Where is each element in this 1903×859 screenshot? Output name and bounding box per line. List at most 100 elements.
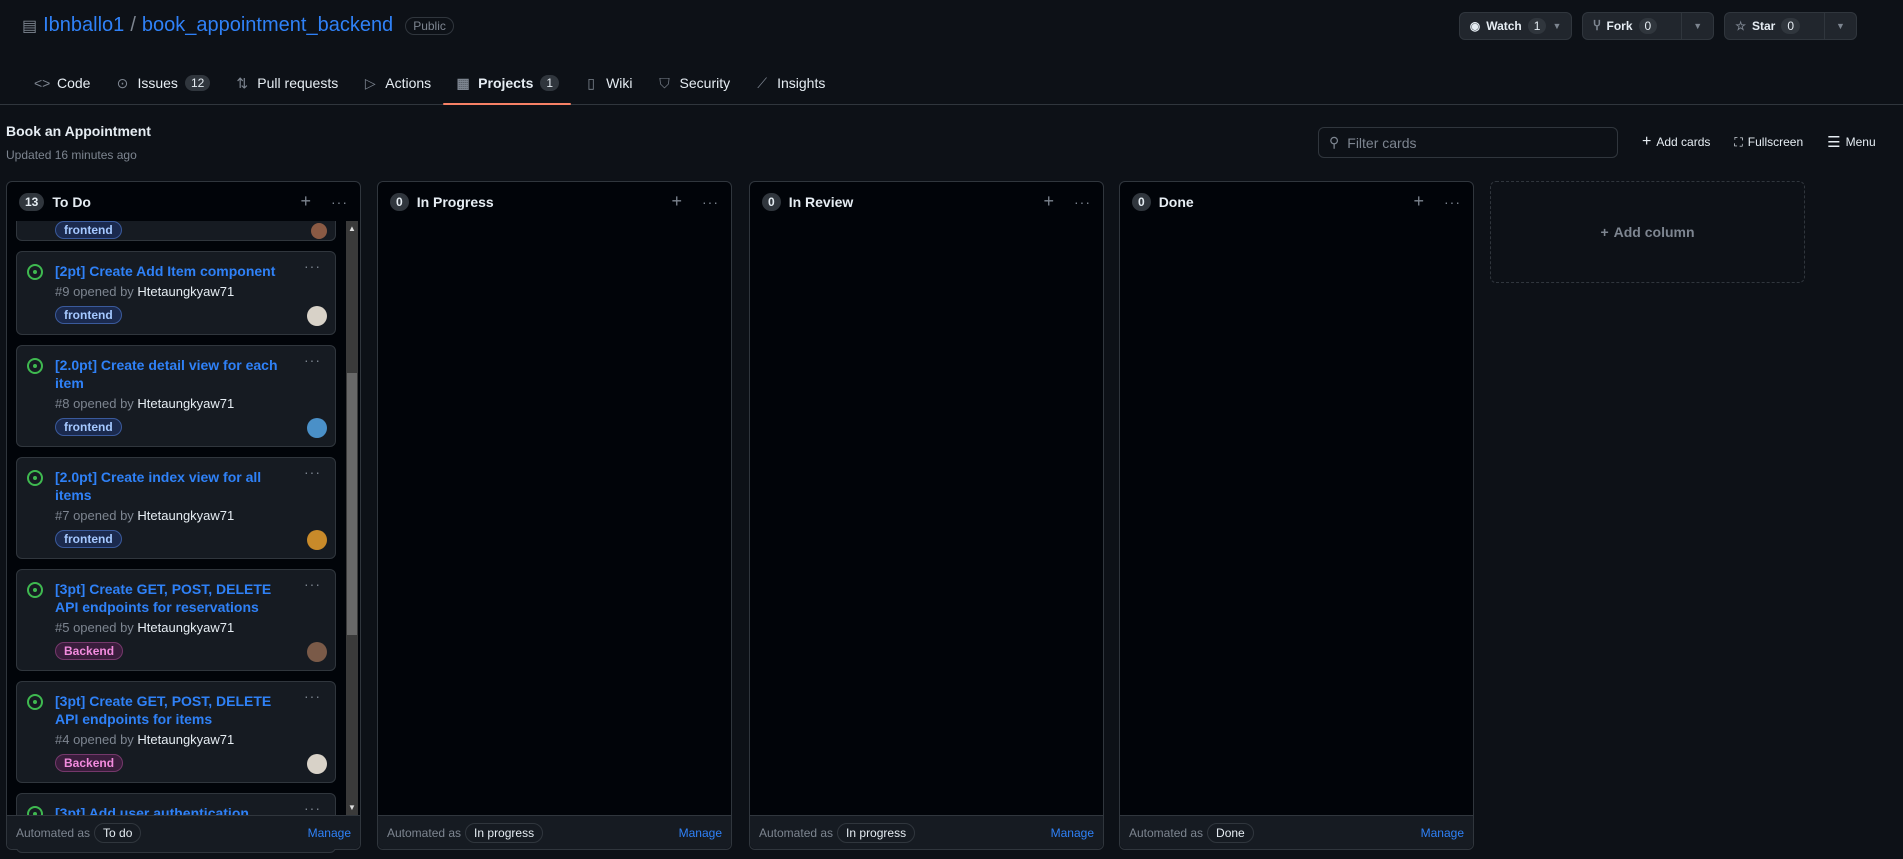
scroll-up-arrow-icon[interactable]: ▲ [346, 224, 358, 233]
fullscreen-button[interactable]: ⛶ Fullscreen [1734, 133, 1803, 151]
column-count: 13 [19, 192, 45, 211]
card-list: frontend [2pt] Create Add Item component #… [7, 221, 360, 853]
column-menu-icon[interactable]: ··· [702, 194, 719, 210]
column-footer: Automated as To do Manage [7, 815, 360, 849]
tab-issues[interactable]: ⊙ Issues 12 [102, 62, 222, 104]
add-cards-button[interactable]: + Add cards [1642, 133, 1710, 151]
issue-meta: #5 opened by Htetaungkyaw71 [55, 620, 325, 636]
issue-open-icon [27, 694, 43, 710]
issue-open-icon [27, 358, 43, 374]
add-column-button[interactable]: + Add column [1490, 181, 1805, 283]
avatar[interactable] [307, 306, 327, 326]
issue-card[interactable]: frontend [16, 221, 336, 241]
project-updated: Updated 16 minutes ago [6, 148, 137, 162]
tab-projects[interactable]: ▦ Projects 1 [443, 62, 572, 105]
star-label: Star [1751, 19, 1776, 33]
star-dropdown[interactable]: ▼ [1824, 13, 1856, 39]
add-card-plus-icon[interactable]: + [1413, 191, 1424, 212]
issue-author-link[interactable]: Htetaungkyaw71 [137, 732, 234, 747]
issue-title-link[interactable]: [3pt] Create GET, POST, DELETE API endpo… [55, 692, 325, 728]
filter-cards-input[interactable] [1347, 134, 1598, 151]
issue-number: #4 opened by [55, 732, 134, 747]
board-tools: + Add cards ⛶ Fullscreen ☰ Menu [1642, 133, 1876, 151]
manage-automation-link[interactable]: Manage [308, 826, 351, 840]
column-header: 0 In Progress + ··· [378, 182, 731, 221]
scrollbar-thumb[interactable] [347, 373, 357, 635]
avatar[interactable] [307, 418, 327, 438]
repo-owner-link[interactable]: Ibnballo1 [43, 14, 124, 37]
star-button[interactable]: ☆ Star 0 ▼ [1724, 12, 1857, 40]
fork-dropdown[interactable]: ▼ [1681, 13, 1713, 39]
issue-card[interactable]: [3pt] Create GET, POST, DELETE API endpo… [16, 569, 336, 671]
issue-author-link[interactable]: Htetaungkyaw71 [137, 396, 234, 411]
issue-card[interactable]: [2.0pt] Create index view for all items #… [16, 457, 336, 559]
column-to-do: 13 To Do + ··· frontend [2pt] Create Add Item… [6, 181, 361, 853]
automation-badge: To do [94, 822, 142, 843]
tab-label: Security [679, 75, 731, 91]
card-list-inner: frontend [2pt] Create Add Item component #… [7, 221, 336, 853]
issue-card[interactable]: [2pt] Create Add Item component #9 opened… [16, 251, 336, 335]
issue-title-link[interactable]: [2.0pt] Create detail view for each item [55, 356, 325, 392]
issue-icon: ⊙ [116, 74, 129, 91]
add-card-plus-icon[interactable]: + [671, 191, 682, 212]
tab-actions[interactable]: ▷ Actions [350, 62, 443, 104]
column-footer: Automated as In progress Manage [750, 815, 1103, 849]
add-card-plus-icon[interactable]: + [300, 191, 311, 212]
issue-meta: #7 opened by Htetaungkyaw71 [55, 508, 325, 524]
repo-separator: / [130, 14, 136, 36]
avatar[interactable] [307, 530, 327, 550]
manage-automation-link[interactable]: Manage [679, 826, 722, 840]
shield-icon: ⛉ [659, 74, 670, 91]
card-menu-icon[interactable]: ··· [304, 688, 321, 704]
manage-automation-link[interactable]: Manage [1051, 826, 1094, 840]
issue-title-link[interactable]: [3pt] Create GET, POST, DELETE API endpo… [55, 580, 325, 616]
scroll-down-arrow-icon[interactable]: ▼ [346, 803, 358, 812]
label-badge[interactable]: Backend [55, 754, 124, 772]
column-name: In Review [788, 193, 854, 210]
tab-pull-requests[interactable]: ⇅ Pull requests [222, 62, 350, 104]
issue-title-link[interactable]: [2.0pt] Create index view for all items [55, 468, 325, 504]
label-badge[interactable]: frontend [55, 418, 122, 436]
label-badge[interactable]: frontend [55, 221, 122, 239]
column-footer: Automated as In progress Manage [378, 815, 731, 849]
tab-code[interactable]: <> Code [22, 62, 102, 104]
tab-wiki[interactable]: ▯ Wiki [571, 62, 644, 104]
issue-card[interactable]: [2.0pt] Create detail view for each item… [16, 345, 336, 447]
issue-card[interactable]: [3pt] Create GET, POST, DELETE API endpo… [16, 681, 336, 783]
column-menu-icon[interactable]: ··· [331, 194, 348, 210]
issue-author-link[interactable]: Htetaungkyaw71 [137, 508, 234, 523]
issue-author-link[interactable]: Htetaungkyaw71 [137, 620, 234, 635]
watch-label: Watch [1486, 19, 1522, 33]
tab-security[interactable]: ⛉ Security [645, 62, 743, 104]
label-badge[interactable]: frontend [55, 530, 122, 548]
label-badge[interactable]: Backend [55, 642, 124, 660]
watch-count: 1 [1527, 18, 1547, 34]
column-menu-icon[interactable]: ··· [1444, 194, 1461, 210]
column-menu-icon[interactable]: ··· [1074, 194, 1091, 210]
avatar[interactable] [311, 223, 327, 239]
add-card-plus-icon[interactable]: + [1043, 191, 1054, 212]
watch-button[interactable]: ◉ Watch 1 ▼ [1458, 12, 1573, 40]
issue-title-link[interactable]: [2pt] Create Add Item component [55, 262, 325, 280]
tab-insights[interactable]: ⟋ Insights [742, 62, 837, 104]
card-menu-icon[interactable]: ··· [304, 352, 321, 368]
card-menu-icon[interactable]: ··· [304, 800, 321, 816]
manage-automation-link[interactable]: Manage [1421, 826, 1464, 840]
avatar[interactable] [307, 642, 327, 662]
fork-button[interactable]: Ⴤ Fork 0 ▼ [1582, 12, 1715, 40]
scrollbar[interactable]: ▲ ▼ [346, 221, 358, 815]
automation-badge: In progress [837, 822, 916, 843]
label-badge[interactable]: frontend [55, 306, 122, 324]
column-header: 13 To Do + ··· [7, 182, 360, 221]
tab-count: 1 [540, 75, 560, 91]
menu-button[interactable]: ☰ Menu [1827, 133, 1875, 151]
card-menu-icon[interactable]: ··· [304, 576, 321, 592]
repo-name-link[interactable]: book_appointment_backend [142, 14, 393, 37]
filter-cards[interactable]: ⚲ [1318, 127, 1618, 158]
repo-header: ▤ Ibnballo1 / book_appointment_backend P… [22, 14, 454, 37]
card-menu-icon[interactable]: ··· [304, 258, 321, 274]
card-menu-icon[interactable]: ··· [304, 464, 321, 480]
avatar[interactable] [307, 754, 327, 774]
issue-author-link[interactable]: Htetaungkyaw71 [137, 284, 234, 299]
column-name: Done [1158, 193, 1194, 210]
